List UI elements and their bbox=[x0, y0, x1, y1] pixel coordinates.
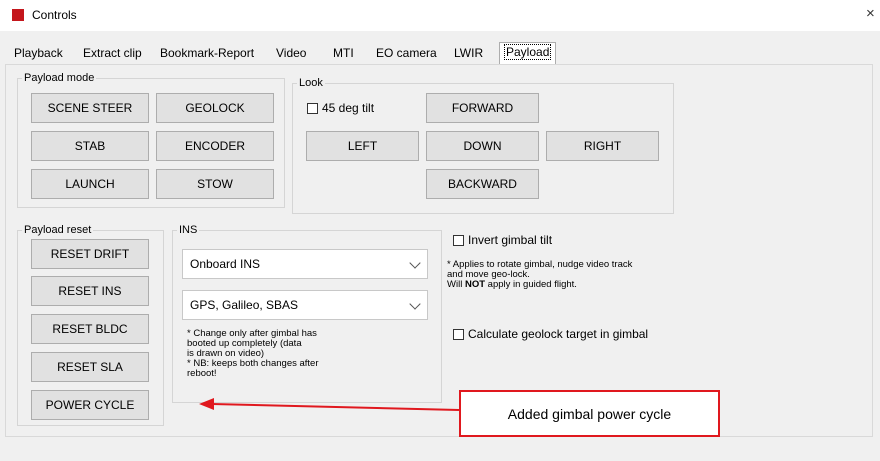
annotation-callout: Added gimbal power cycle bbox=[459, 390, 720, 437]
annotation-arrow bbox=[199, 398, 460, 411]
